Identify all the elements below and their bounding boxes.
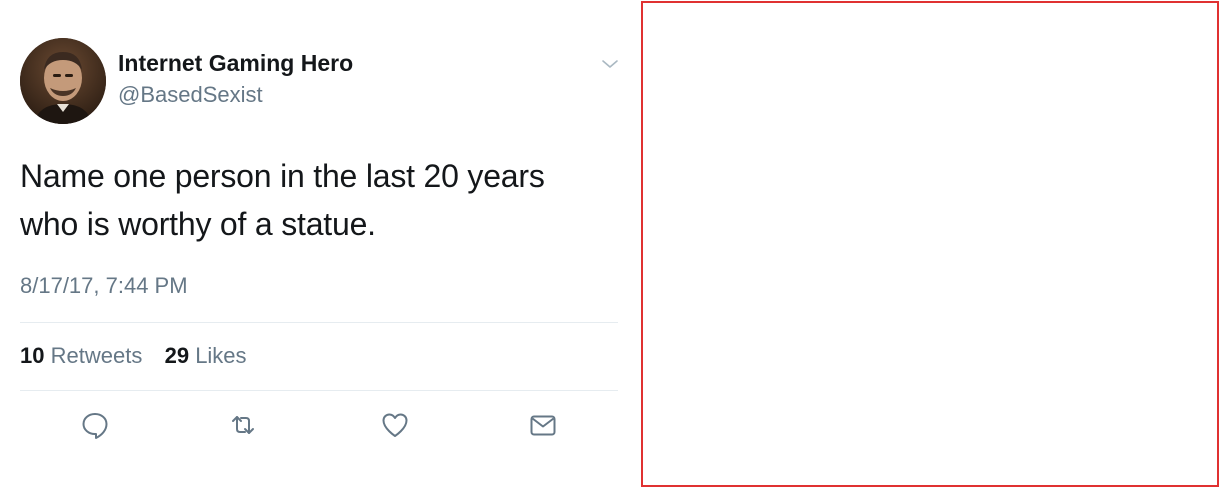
chevron-down-icon[interactable] [600,56,620,72]
empty-panel [641,1,1219,487]
tweet-text: Name one person in the last 20 years who… [20,152,620,248]
portrait-avatar-icon [20,38,106,124]
divider [20,390,618,391]
author-handle[interactable]: @BasedSexist [118,82,263,108]
heart-icon [382,413,408,437]
reply-button[interactable] [80,410,110,440]
retweets-label: Retweets [50,343,143,368]
likes-label: Likes [195,343,247,368]
tweet-text-line: Name one person in the last 20 years [20,158,545,194]
retweets-stat[interactable]: 10 Retweets [20,343,148,368]
tweet-timestamp[interactable]: 8/17/17, 7:44 PM [20,273,188,299]
tweet-text-line: who is worthy of a statue. [20,206,376,242]
tweet-card: Internet Gaming Hero @BasedSexist Name o… [0,0,640,488]
tweet-stats: 10 Retweets 29 Likes [20,343,247,369]
envelope-icon [530,415,556,436]
divider [20,322,618,323]
likes-stat[interactable]: 29 Likes [165,343,247,368]
retweet-button[interactable] [228,410,258,440]
likes-count: 29 [164,343,190,368]
author-avatar[interactable] [20,38,106,124]
like-button[interactable] [380,410,410,440]
retweets-count: 10 [20,343,45,368]
retweet-arrows-icon [232,416,254,434]
direct-message-button[interactable] [528,410,558,440]
speech-bubble-icon [82,413,108,439]
author-display-name[interactable]: Internet Gaming Hero [118,50,353,77]
